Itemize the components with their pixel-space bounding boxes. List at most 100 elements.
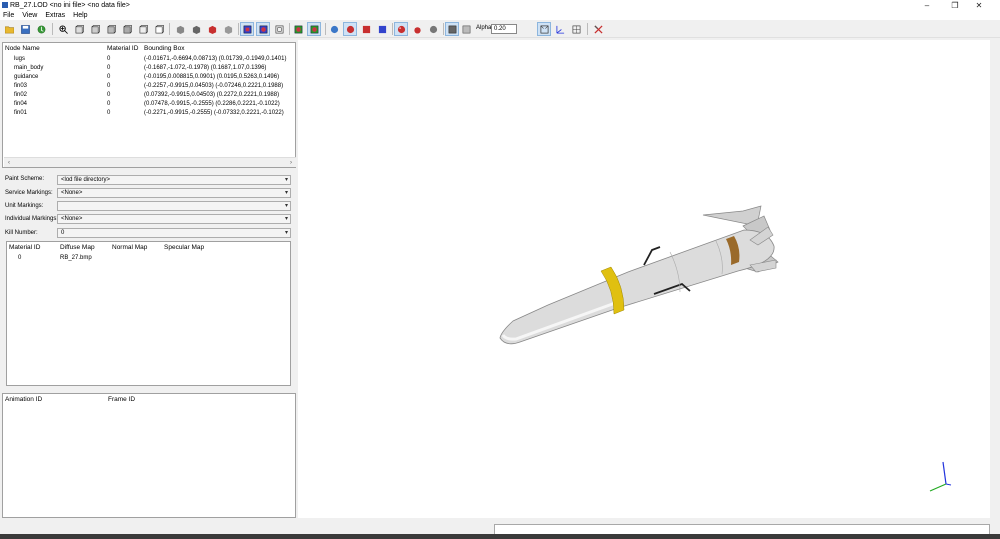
magnifier-icon bbox=[58, 24, 68, 34]
node-row-name[interactable]: fin02 bbox=[14, 92, 27, 98]
col-node-name[interactable]: Node Name bbox=[5, 45, 40, 52]
menu-help[interactable]: Help bbox=[70, 12, 92, 19]
taskbar-strip bbox=[0, 534, 1000, 539]
node-row-material: 0 bbox=[107, 101, 111, 107]
blue-cube-button[interactable] bbox=[376, 23, 388, 35]
right-edge-panel bbox=[990, 40, 1000, 520]
animation-list[interactable]: Animation ID Frame ID bbox=[2, 393, 296, 518]
dark-shape-icon bbox=[192, 25, 200, 34]
service-markings-select[interactable]: <None> ▾ bbox=[57, 188, 291, 198]
individual-markings-label: Individual Markings: bbox=[5, 216, 59, 222]
individual-markings-value: <None> bbox=[61, 216, 83, 222]
red-drop-button[interactable] bbox=[411, 23, 423, 35]
menu-extras[interactable]: Extras bbox=[42, 12, 70, 19]
menu-view[interactable]: View bbox=[19, 12, 42, 19]
cube-back-icon bbox=[91, 24, 100, 33]
kill-number-value: 0 bbox=[61, 230, 65, 236]
view-top-button[interactable] bbox=[137, 23, 149, 35]
lighting-button[interactable] bbox=[328, 23, 340, 35]
material-row-id[interactable]: 0 bbox=[18, 255, 21, 261]
col-diffuse-map[interactable]: Diffuse Map bbox=[60, 244, 95, 251]
texture-on-button[interactable] bbox=[307, 22, 321, 36]
node-row-name[interactable]: main_body bbox=[14, 65, 43, 71]
col-bounding-box[interactable]: Bounding Box bbox=[144, 45, 184, 52]
materials-list[interactable]: Material ID Diffuse Map Normal Map Specu… bbox=[6, 241, 291, 386]
shade-red-button[interactable] bbox=[206, 23, 218, 35]
save-button[interactable] bbox=[19, 23, 31, 35]
shade-gray-button[interactable] bbox=[174, 23, 186, 35]
alpha-input[interactable]: 0.20 bbox=[491, 24, 517, 34]
red-ball-icon bbox=[397, 25, 405, 33]
bounds-button[interactable] bbox=[537, 22, 551, 36]
col-animation-id[interactable]: Animation ID bbox=[5, 396, 42, 403]
node-row-name[interactable]: fin03 bbox=[14, 83, 27, 89]
node-list-hscroll[interactable]: ‹ › bbox=[4, 157, 296, 167]
zoom-button[interactable] bbox=[57, 23, 69, 35]
alpha-cube-button[interactable] bbox=[445, 22, 459, 36]
chevron-down-icon: ▾ bbox=[284, 190, 288, 196]
individual-markings-select[interactable]: <None> ▾ bbox=[57, 214, 291, 224]
kill-number-select[interactable]: 0 ▾ bbox=[57, 228, 291, 238]
sphere-light-icon bbox=[330, 25, 338, 33]
grid-button[interactable] bbox=[570, 23, 582, 35]
save-icon bbox=[20, 24, 30, 34]
open-folder-button[interactable] bbox=[3, 23, 15, 35]
tools-icon bbox=[593, 24, 603, 34]
node-row-material: 0 bbox=[107, 92, 111, 98]
node-row-name[interactable]: fin04 bbox=[14, 101, 27, 107]
alpha-mode-button[interactable] bbox=[460, 23, 472, 35]
gray-ball-icon bbox=[429, 25, 437, 33]
col-normal-map[interactable]: Normal Map bbox=[112, 244, 147, 251]
red-ball-button[interactable] bbox=[394, 22, 408, 36]
col-material-id[interactable]: Material ID bbox=[107, 45, 138, 52]
minimize-button[interactable]: – bbox=[916, 0, 938, 10]
node-row-bbox: (-0.1687,-1.072,-0.1978) (0.1687,1.07,0.… bbox=[144, 65, 267, 71]
gray-ball-button[interactable] bbox=[427, 23, 439, 35]
col-specular-map[interactable]: Specular Map bbox=[164, 244, 204, 251]
chevron-down-icon: ▾ bbox=[284, 216, 288, 222]
paint-scheme-select[interactable]: <lod file directory> ▾ bbox=[57, 175, 291, 185]
tools-button[interactable] bbox=[592, 23, 604, 35]
view-back-button[interactable] bbox=[89, 23, 101, 35]
unit-markings-select[interactable]: ▾ bbox=[57, 201, 291, 211]
axis-gizmo-icon bbox=[929, 461, 952, 492]
view-left-button[interactable] bbox=[105, 23, 117, 35]
cube-right-icon bbox=[123, 24, 132, 33]
paint-scheme-label: Paint Scheme: bbox=[5, 176, 45, 182]
texture-green-button[interactable] bbox=[292, 23, 304, 35]
cube-front-icon bbox=[75, 24, 84, 33]
light-cube-icon bbox=[462, 25, 470, 33]
node-list[interactable]: Node Name Material ID Bounding Box lugs … bbox=[2, 42, 296, 168]
cube-bottom-icon bbox=[155, 24, 164, 33]
box-mode-button[interactable] bbox=[273, 23, 285, 35]
box-icon bbox=[275, 25, 283, 33]
scroll-right-icon[interactable]: › bbox=[286, 158, 296, 168]
solid-blue-button[interactable] bbox=[256, 22, 270, 36]
col-frame-id[interactable]: Frame ID bbox=[108, 396, 135, 403]
node-row-name[interactable]: lugs bbox=[14, 56, 25, 62]
view-right-button[interactable] bbox=[121, 23, 133, 35]
red-light-button[interactable] bbox=[343, 22, 357, 36]
reload-icon bbox=[37, 25, 45, 33]
shade-light-button[interactable] bbox=[222, 23, 234, 35]
axes-button[interactable] bbox=[554, 23, 566, 35]
paint-scheme-value: <lod file directory> bbox=[61, 177, 111, 183]
scroll-left-icon[interactable]: ‹ bbox=[4, 158, 14, 168]
3d-viewport[interactable] bbox=[298, 40, 990, 518]
node-row-name[interactable]: guidance bbox=[14, 74, 38, 80]
red-cube-icon bbox=[362, 25, 370, 33]
view-bottom-button[interactable] bbox=[153, 23, 165, 35]
maximize-button[interactable]: ❐ bbox=[944, 0, 966, 10]
wire-blue-button[interactable] bbox=[240, 22, 254, 36]
shade-dark-button[interactable] bbox=[190, 23, 202, 35]
red-cube-button[interactable] bbox=[360, 23, 372, 35]
menu-file[interactable]: File bbox=[0, 12, 19, 19]
close-button[interactable]: ✕ bbox=[968, 0, 990, 10]
folder-icon bbox=[4, 26, 14, 33]
view-front-button[interactable] bbox=[73, 23, 85, 35]
gray-cube-icon bbox=[448, 25, 456, 33]
cube-top-icon bbox=[139, 24, 148, 33]
col-material-id[interactable]: Material ID bbox=[9, 244, 40, 251]
reload-button[interactable] bbox=[35, 23, 47, 35]
node-row-name[interactable]: fin01 bbox=[14, 110, 27, 116]
